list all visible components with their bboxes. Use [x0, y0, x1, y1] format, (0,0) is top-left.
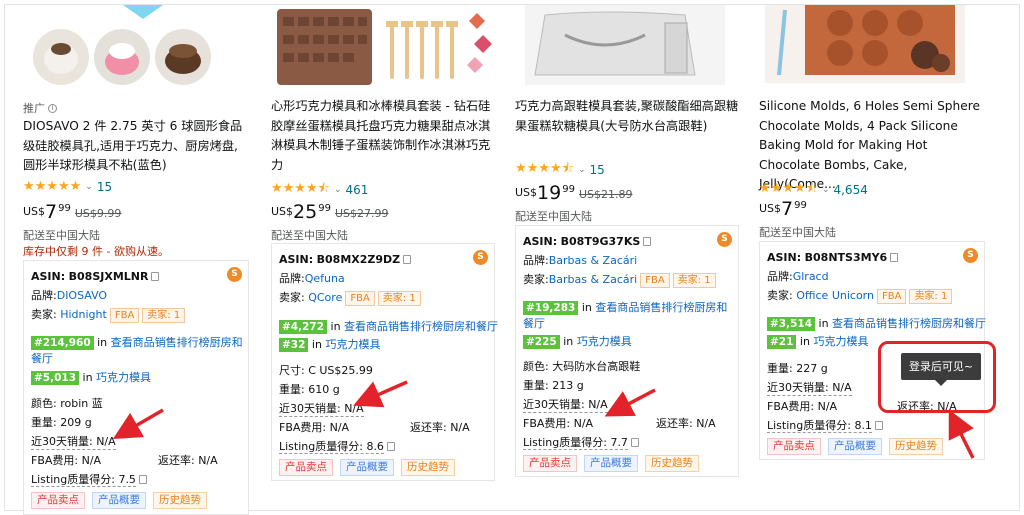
- arrow-3: [604, 388, 656, 417]
- arrow-2: [353, 380, 408, 408]
- arrow-4: [948, 409, 975, 459]
- annotation-arrows: [112, 380, 975, 459]
- arrow-1: [112, 408, 164, 440]
